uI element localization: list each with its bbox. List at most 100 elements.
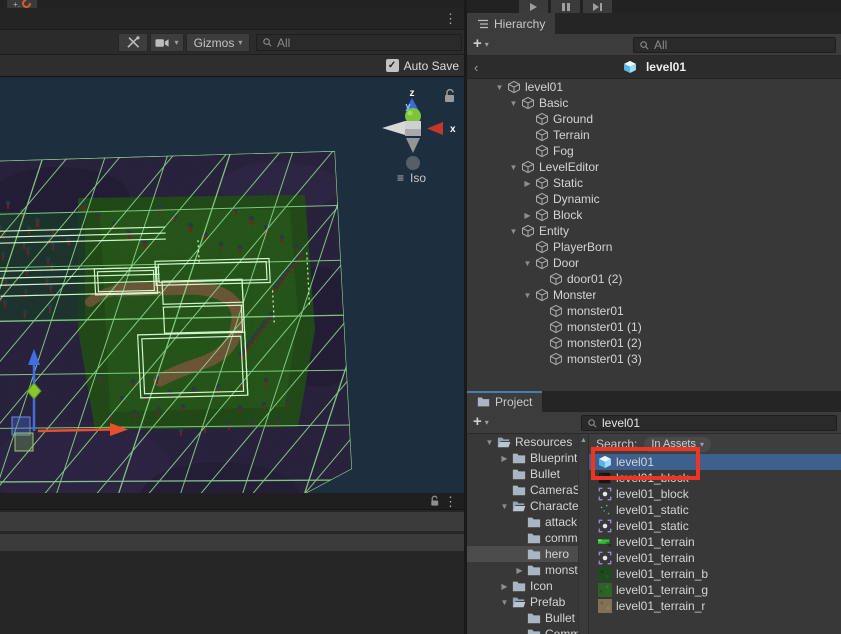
tools-button[interactable] [118,33,148,52]
prefab-blue-icon [622,60,638,74]
scrollbar[interactable]: ▲ [578,434,588,634]
row-label: Door [553,256,579,270]
disclosure-arrow[interactable]: ▼ [498,598,511,607]
scene-search-input[interactable]: All [256,34,462,51]
cube-gray-icon [534,208,550,222]
row-label: monster01 (1) [567,320,642,334]
result-row[interactable]: level01_terrain_g [589,582,841,598]
tree-row[interactable]: ▼ Monster [467,287,841,303]
row-label: Comm [545,627,578,634]
kebab-menu-icon[interactable]: ⋮ [444,11,457,27]
tree-row[interactable]: door01 (2) [467,271,841,287]
kebab-menu-icon[interactable]: ⋮ [444,494,457,510]
tree-row[interactable]: ▶ Static [467,175,841,191]
disclosure-arrow[interactable]: ▶ [521,179,534,188]
disclosure-arrow[interactable]: ▼ [498,502,511,511]
cube-gray-icon [548,304,564,318]
disclosure-arrow[interactable]: ▼ [493,83,506,92]
chevron-down-icon: ▾ [700,440,704,449]
tree-row[interactable]: monster01 [467,303,841,319]
tree-row[interactable]: Fog [467,143,841,159]
tree-row[interactable]: Dynamic [467,191,841,207]
tree-row[interactable]: monster01 (1) [467,319,841,335]
iso-mode-toggle[interactable]: ≡ Iso [397,171,426,185]
tree-row[interactable]: comm [467,530,578,546]
tree-row[interactable]: Ground [467,111,841,127]
disclosure-arrow[interactable]: ▶ [498,454,511,463]
tree-row[interactable]: ▶ monst [467,562,578,578]
tree-row[interactable]: CameraS [467,482,578,498]
tex-brown-icon [597,599,613,613]
pause-button[interactable] [551,0,580,13]
disclosure-arrow[interactable]: ▶ [513,566,526,575]
play-icon [530,3,537,11]
tree-row[interactable]: hero [467,546,578,562]
folder-icon [511,451,527,465]
disclosure-arrow[interactable]: ▼ [507,99,520,108]
tree-row[interactable]: ▼ Resources [467,434,578,450]
tree-row[interactable]: monster01 (2) [467,335,841,351]
prefab-blue-icon [597,455,613,469]
prefab-breadcrumb: ‹ level01 [467,56,841,79]
bottom-panel-row[interactable] [0,534,464,552]
disclosure-arrow[interactable]: ▼ [507,227,520,236]
result-row[interactable]: level01_block [589,470,841,486]
bottom-panel-row[interactable] [0,512,464,532]
unlock-icon[interactable] [429,495,440,510]
tree-row[interactable]: ▼ Entity [467,223,841,239]
tree-row[interactable]: ▼ Basic [467,95,841,111]
tree-row[interactable]: Terrain [467,127,841,143]
disclosure-arrow[interactable]: ▼ [521,259,534,268]
disclosure-arrow[interactable]: ▼ [507,163,520,172]
tree-row[interactable]: PlayerBorn [467,239,841,255]
tab-hierarchy[interactable]: Hierarchy [467,13,555,34]
step-button[interactable] [583,0,612,13]
tree-row[interactable]: ▼ Characte [467,498,578,514]
disclosure-arrow[interactable]: ▶ [498,582,511,591]
tree-row[interactable]: monster01 (3) [467,351,841,367]
tree-row[interactable]: Bullet [467,466,578,482]
cube-gray-icon [548,272,564,286]
search-value: level01 [602,416,640,430]
result-row[interactable]: level01_terrain_b [589,566,841,582]
tree-row[interactable]: ▼ level01 [467,79,841,95]
result-row[interactable]: level01_terrain [589,534,841,550]
disclosure-arrow[interactable]: ▼ [483,438,496,447]
tree-row[interactable]: ▼ Prefab [467,594,578,610]
autosave-checkbox[interactable]: ✓ [386,59,399,72]
search-icon [639,40,650,51]
create-menu-button[interactable]: + ▾ [473,415,489,429]
result-row[interactable]: level01_terrain [589,550,841,566]
tree-row[interactable]: Comm [467,626,578,634]
scroll-up-icon[interactable]: ▲ [580,437,587,444]
disclosure-arrow[interactable]: ▶ [521,211,534,220]
folder-icon [526,563,542,577]
row-label: monster01 (3) [567,352,642,366]
tree-row[interactable]: attack [467,514,578,530]
gizmos-label: Gizmos [194,36,235,50]
tab-project[interactable]: Project [467,391,542,412]
play-button[interactable] [519,0,548,13]
hierarchy-search-input[interactable]: All [633,37,836,53]
search-scope-dropdown[interactable]: In Assets ▾ [644,437,711,452]
result-row[interactable]: level01 [589,454,841,470]
tree-row[interactable]: ▶ Blueprint [467,450,578,466]
gizmos-dropdown[interactable]: Gizmos ▾ [186,33,250,52]
project-search-input[interactable]: level01 [581,415,837,431]
back-arrow-icon[interactable]: ‹ [474,60,478,75]
tree-row[interactable]: ▼ LevelEditor [467,159,841,175]
tree-row[interactable]: ▶ Block [467,207,841,223]
result-row[interactable]: level01_static [589,502,841,518]
tree-row[interactable]: Bullet [467,610,578,626]
result-row[interactable]: level01_static [589,518,841,534]
result-row[interactable]: level01_terrain_r [589,598,841,614]
disclosure-arrow[interactable]: ▼ [521,291,534,300]
scene-viewport[interactable]: z y x ≡ Iso [0,77,464,493]
result-label: level01_block [616,487,689,501]
camera-button[interactable]: ▾ [150,33,184,52]
result-label: level01_terrain [616,551,695,565]
result-row[interactable]: level01_block [589,486,841,502]
tree-row[interactable]: ▶ Icon [467,578,578,594]
tree-row[interactable]: ▼ Door [467,255,841,271]
create-menu-button[interactable]: + ▾ [473,37,489,51]
